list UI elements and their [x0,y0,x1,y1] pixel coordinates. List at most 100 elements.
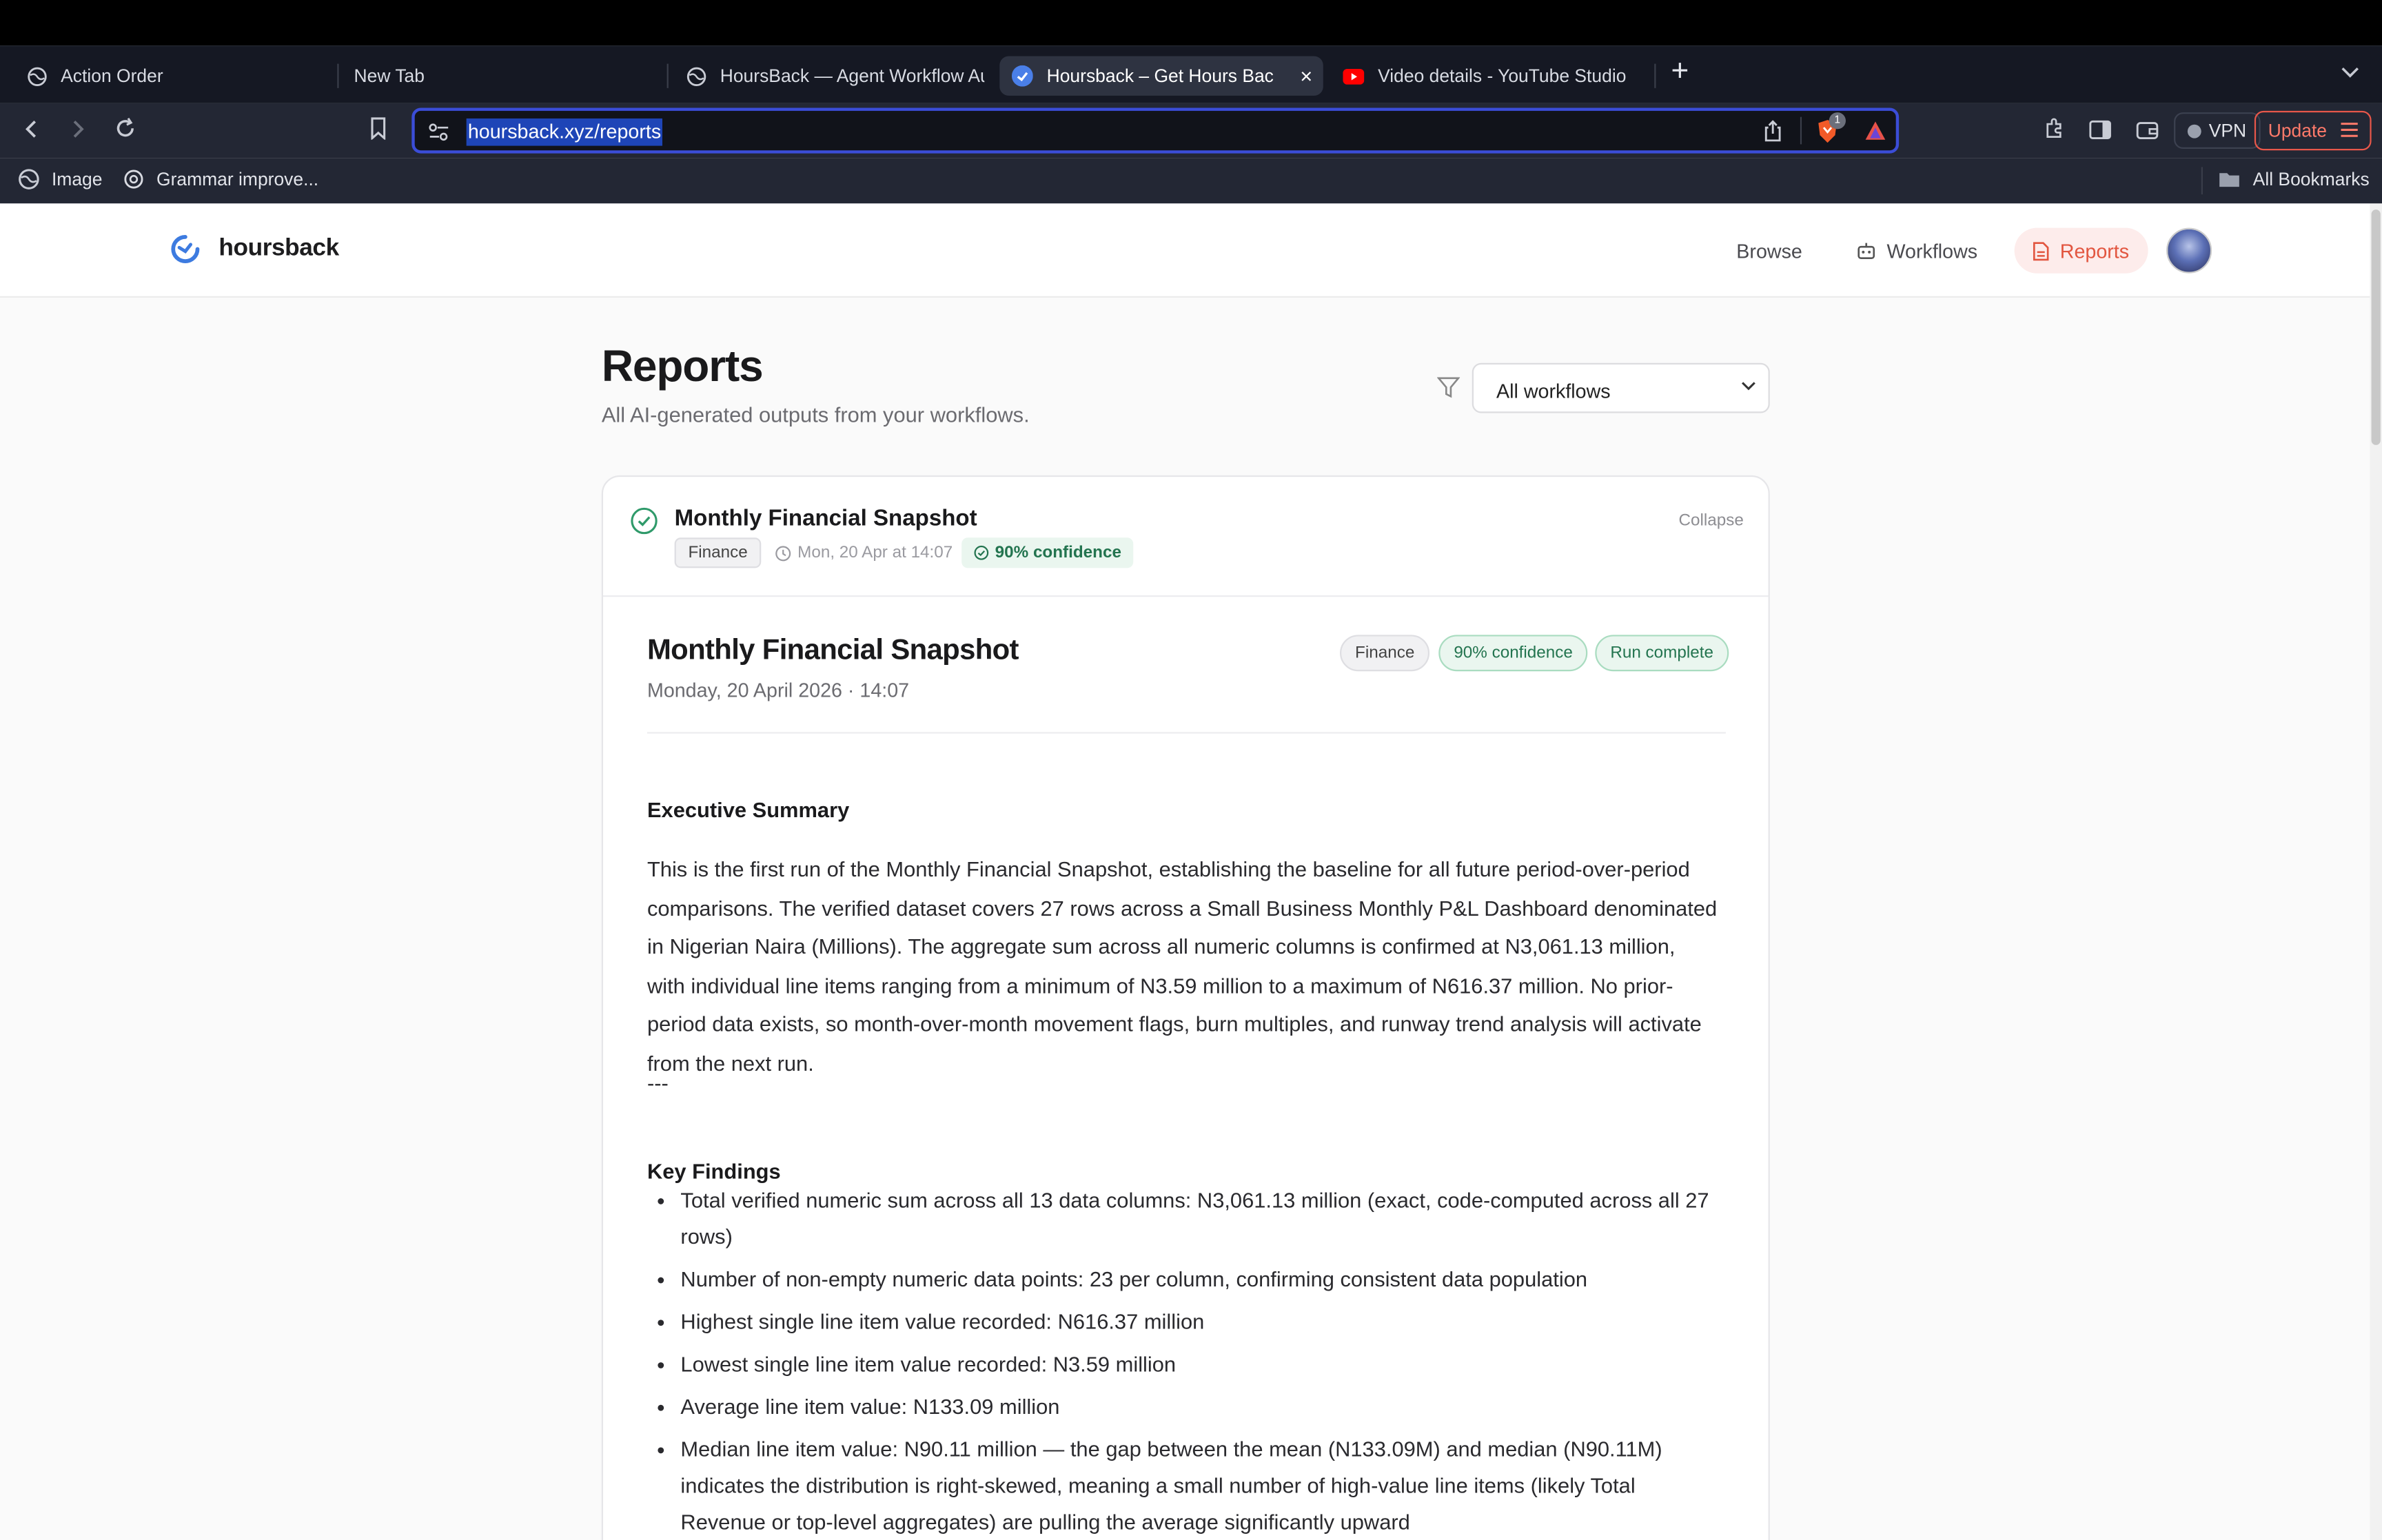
shields-count-badge: 1 [1829,112,1846,130]
tab-label: Video details - YouTube Studio [1378,65,1627,87]
document-icon [2033,240,2049,260]
workflow-filter-select[interactable]: All workflows [1472,362,1770,413]
robot-icon [1856,241,1876,260]
youtube-icon [1343,65,1365,87]
tab-separator [666,63,669,88]
check-circle-icon [974,545,989,560]
site-settings-icon[interactable] [429,121,450,149]
collapse-button[interactable]: Collapse [1679,512,1744,530]
list-item: Average line item value: N133.09 million [680,1388,1725,1425]
tab-label: New Tab [354,65,425,87]
report-card-header[interactable]: Monthly Financial Snapshot Finance Mon, … [603,477,1769,597]
timestamp: Mon, 20 Apr at 14:07 [762,537,964,568]
nav-label: Workflows [1886,239,1978,263]
new-tab-button[interactable]: + [1671,57,1689,87]
update-label: Update [2268,120,2328,141]
user-avatar[interactable] [2166,227,2212,274]
page-viewport: hoursback Browse Workflows Reports Repor… [0,203,2382,1540]
key-findings-list: Total verified numeric sum across all 13… [647,1182,1726,1540]
tab-new-tab[interactable]: New Tab [342,57,653,96]
forward-arrow-icon[interactable] [61,114,94,147]
tab-label: Hoursback – Get Hours Back f [1046,65,1275,87]
vpn-label: VPN [2208,120,2247,141]
status-badge: Run complete [1595,635,1729,672]
browser-toolbar: hoursback.xyz/reports 1 VPN Update [0,103,2382,158]
globe-icon [18,169,39,190]
back-arrow-icon[interactable] [15,114,48,147]
timestamp-label: Mon, 20 Apr at 14:07 [797,544,953,562]
vpn-status-icon [2187,123,2201,138]
tab-label: HoursBack — Agent Workflow Aut [720,65,985,87]
hoursback-logo-icon [167,231,203,267]
tab-action-order[interactable]: Action Order [14,57,325,96]
vpn-button[interactable]: VPN [2174,112,2261,150]
tab-strip: Action Order New Tab HoursBack — Agent W… [0,45,2382,103]
key-findings-heading: Key Findings [647,1158,781,1183]
report-card-title: Monthly Financial Snapshot [674,505,977,532]
all-bookmarks[interactable]: All Bookmarks [2218,169,2370,190]
update-button[interactable]: Update [2254,110,2372,151]
extensions-icon[interactable] [2037,114,2070,147]
list-item: Highest single line item value recorded:… [680,1303,1725,1339]
folder-icon [2218,170,2241,188]
reload-icon[interactable] [108,114,141,147]
share-icon[interactable] [1764,120,1782,150]
brand-logo[interactable]: hoursback [167,231,339,267]
bookmarks-bar: Image Grammar improve... All Bookmarks [0,158,2382,204]
nav-label: Reports [2059,239,2130,263]
wallet-icon[interactable] [2130,114,2163,147]
nav-workflows[interactable]: Workflows [1838,228,1996,274]
hoursback-icon [1011,65,1033,87]
section-separator: --- [647,1070,669,1096]
confidence-badge: 90% confidence [961,537,1134,568]
close-tab-icon[interactable]: × [1300,64,1312,88]
category-tag: Finance [674,537,762,568]
report-card: Monthly Financial Snapshot Finance Mon, … [601,475,1770,1540]
confidence-badge: 90% confidence [1438,635,1588,672]
category-badge: Finance [1340,635,1430,672]
bookmark-label: Grammar improve... [156,168,319,190]
divider [647,732,1726,734]
page-title: Reports [601,343,764,392]
nav-browse[interactable]: Browse [1718,228,1820,274]
scrollbar-thumb[interactable] [2371,209,2381,445]
tab-search-chevron-icon[interactable] [2341,62,2359,83]
app-header: hoursback Browse Workflows Reports [0,203,2370,298]
hamburger-menu-icon [2339,121,2359,143]
divider [1800,116,1802,145]
check-circle-icon [631,507,658,542]
tab-hoursback-active[interactable]: Hoursback – Get Hours Back f × [999,56,1323,96]
bookmark-image[interactable]: Image [18,169,102,190]
list-item: Median line item value: N90.11 million —… [680,1430,1725,1540]
executive-summary-heading: Executive Summary [647,797,850,822]
bookmark-grammar[interactable]: Grammar improve... [123,169,319,190]
address-bar[interactable]: hoursback.xyz/reports 1 [411,107,1900,154]
filter-icon [1436,377,1460,406]
tab-youtube-studio[interactable]: Video details - YouTube Studio [1331,57,1642,96]
url-text[interactable]: hoursback.xyz/reports [466,118,663,146]
page-subtitle: All AI-generated outputs from your workf… [601,402,1030,427]
openai-icon [123,169,145,190]
brand-name: hoursback [218,235,339,262]
clock-icon [775,544,791,561]
list-item: Total verified numeric sum across all 13… [680,1182,1725,1255]
brave-rewards-icon[interactable] [1864,120,1886,149]
globe-icon [685,65,706,87]
sidebar-toggle-icon[interactable] [2083,114,2116,147]
nav-reports[interactable]: Reports [2014,227,2148,274]
all-bookmarks-label: All Bookmarks [2252,168,2370,190]
globe-icon [26,65,47,87]
report-date: Monday, 20 April 2026 · 14:07 [647,679,910,702]
chevron-down-icon [1741,378,1756,396]
tab-hoursback-agent[interactable]: HoursBack — Agent Workflow Aut [673,57,984,96]
confidence-label: 90% confidence [995,544,1121,562]
bookmark-label: Image [51,168,103,190]
tab-separator [1654,63,1656,88]
select-value: All workflows [1496,380,1611,403]
os-menubar [0,0,2382,46]
category-label: Finance [688,544,748,562]
divider [2201,167,2203,195]
executive-summary-text: This is the first run of the Monthly Fin… [647,856,1718,1075]
nav-label: Browse [1736,239,1802,263]
bookmark-icon[interactable] [362,114,395,147]
